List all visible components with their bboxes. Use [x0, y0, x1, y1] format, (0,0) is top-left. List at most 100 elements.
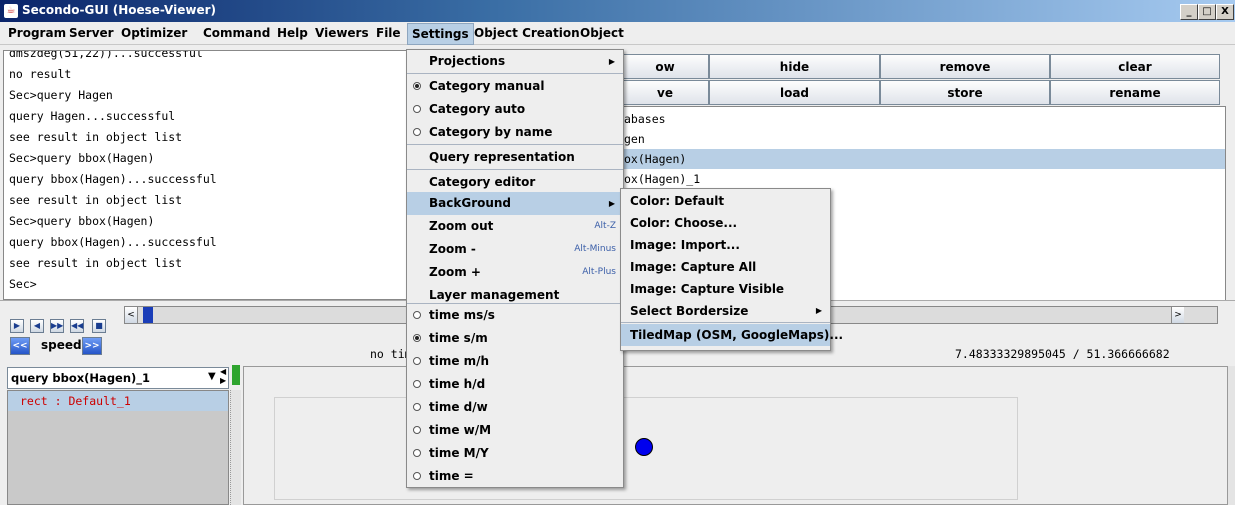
- menu-command[interactable]: Command: [199, 22, 274, 44]
- background-submenu: Color: Default Color: Choose... Image: I…: [620, 188, 843, 351]
- menu-item-background[interactable]: BackGround ▶: [407, 192, 623, 215]
- menu-item-zoom-minus[interactable]: Zoom - Alt-Minus: [407, 238, 623, 261]
- step-back-icon[interactable]: ◀: [30, 319, 44, 333]
- minimize-button[interactable]: _: [1180, 4, 1198, 20]
- rewind-icon[interactable]: ◀◀: [70, 319, 84, 333]
- menu-item-time-equal[interactable]: time =: [407, 465, 623, 488]
- menu-item-category-by-name[interactable]: Category by name: [407, 121, 623, 144]
- slower-icon[interactable]: <<: [10, 337, 30, 355]
- query-selector[interactable]: query bbox(Hagen)_1 ▼: [7, 367, 229, 389]
- map-view[interactable]: [243, 366, 1228, 505]
- command-console[interactable]: dmszdeg(51,22))...successful no result S…: [3, 50, 408, 300]
- menu-item-select-bordersize[interactable]: Select Bordersize ▶: [621, 300, 830, 322]
- list-item[interactable]: abases: [622, 109, 1225, 129]
- category-list[interactable]: rect : Default_1: [7, 390, 229, 505]
- menu-settings[interactable]: Settings: [407, 23, 474, 45]
- rename-button[interactable]: rename: [1050, 80, 1220, 105]
- submenu-arrow-icon: ▶: [815, 306, 822, 315]
- menu-item-time-m-h[interactable]: time m/h: [407, 350, 623, 373]
- menu-help[interactable]: Help: [273, 22, 312, 44]
- map-scrollbar[interactable]: [1228, 366, 1235, 505]
- menu-object[interactable]: Object: [576, 22, 628, 44]
- console-line: see result in object list: [9, 193, 183, 207]
- menu-item-category-manual[interactable]: Category manual: [407, 75, 623, 98]
- slider-thumb[interactable]: [143, 307, 153, 323]
- divider[interactable]: [230, 390, 241, 505]
- menu-optimizer[interactable]: Optimizer: [117, 22, 191, 44]
- menu-item-image-capture-all[interactable]: Image: Capture All: [621, 256, 830, 278]
- window-title-bar[interactable]: ☕ Secondo-GUI (Hoese-Viewer) _ □ X: [0, 0, 1235, 22]
- console-line: dmszdeg(51,22))...successful: [9, 50, 203, 60]
- stop-icon[interactable]: ■: [92, 319, 106, 333]
- console-line: Sec>query bbox(Hagen): [9, 214, 155, 228]
- menu-item-time-d-w[interactable]: time d/w: [407, 396, 623, 419]
- menu-item-image-import[interactable]: Image: Import...: [621, 234, 830, 256]
- load-button[interactable]: load: [709, 80, 880, 105]
- menu-item-image-capture-visible[interactable]: Image: Capture Visible: [621, 278, 830, 300]
- window-title: Secondo-GUI (Hoese-Viewer): [22, 3, 216, 17]
- menu-item-category-editor[interactable]: Category editor: [407, 171, 623, 194]
- list-item[interactable]: ox(Hagen)_1: [622, 169, 1225, 189]
- menu-item-time-h-d[interactable]: time h/d: [407, 373, 623, 396]
- slider-right-arrow-icon[interactable]: >: [1171, 307, 1184, 323]
- menu-bar: Program Server Optimizer Command Help Vi…: [0, 22, 1235, 45]
- radio-icon: [413, 403, 421, 411]
- menu-item-time-m-y[interactable]: time M/Y: [407, 442, 623, 465]
- query-selector-value: query bbox(Hagen)_1: [11, 371, 151, 385]
- menu-item-zoom-out[interactable]: Zoom out Alt-Z: [407, 215, 623, 238]
- console-line: Sec>query bbox(Hagen): [9, 151, 155, 165]
- list-item[interactable]: gen: [622, 129, 1225, 149]
- hide-button[interactable]: hide: [709, 54, 880, 79]
- list-item-selected[interactable]: rect : Default_1: [8, 391, 228, 411]
- console-line: Sec>query Hagen: [9, 88, 113, 102]
- menu-item-category-auto[interactable]: Category auto: [407, 98, 623, 121]
- coordinate-readout: 7.48333329895045 / 51.366666682: [955, 347, 1170, 361]
- menu-item-time-w-m[interactable]: time w/M: [407, 419, 623, 442]
- submenu-arrow-icon: ▶: [608, 57, 615, 66]
- map-point[interactable]: [635, 438, 653, 456]
- menu-item-time-s-m[interactable]: time s/m: [407, 327, 623, 350]
- radio-checked-icon: [413, 82, 421, 90]
- show-button[interactable]: ow: [621, 54, 709, 79]
- menu-item-color-choose[interactable]: Color: Choose...: [621, 212, 830, 234]
- menu-item-tiledmap[interactable]: TiledMap (OSM, GoogleMaps)...: [621, 324, 843, 346]
- chevron-down-icon[interactable]: ▼: [208, 371, 216, 382]
- close-button[interactable]: X: [1216, 4, 1234, 20]
- menu-item-color-default[interactable]: Color: Default: [621, 190, 830, 212]
- menu-item-time-ms-s[interactable]: time ms/s: [407, 304, 623, 327]
- menu-program[interactable]: Program: [4, 22, 70, 44]
- menu-item-zoom-plus[interactable]: Zoom + Alt-Plus: [407, 261, 623, 284]
- remove-button[interactable]: remove: [880, 54, 1050, 79]
- radio-icon: [413, 449, 421, 457]
- console-line: see result in object list: [9, 256, 183, 270]
- slider-left-arrow-icon[interactable]: <: [125, 307, 138, 323]
- play-icon[interactable]: ▶: [10, 319, 24, 333]
- menu-item-projections[interactable]: Projections ▶: [407, 50, 623, 73]
- submenu-arrow-icon: ▶: [608, 199, 615, 208]
- menu-server[interactable]: Server: [65, 22, 118, 44]
- console-prompt: Sec>: [9, 277, 37, 291]
- save-button[interactable]: ve: [621, 80, 709, 105]
- layer-indicator-icon: [232, 365, 240, 385]
- speed-label: speed: [41, 338, 82, 352]
- menu-object-creation[interactable]: Object Creation: [470, 22, 584, 44]
- radio-icon: [413, 380, 421, 388]
- console-line: query Hagen...successful: [9, 109, 176, 123]
- menu-file[interactable]: File: [372, 22, 405, 44]
- radio-icon: [413, 105, 421, 113]
- menu-item-query-representation[interactable]: Query representation: [407, 146, 623, 169]
- radio-icon: [413, 357, 421, 365]
- radio-icon: [413, 426, 421, 434]
- faster-icon[interactable]: >>: [82, 337, 102, 355]
- radio-icon: [413, 311, 421, 319]
- maximize-button[interactable]: □: [1198, 4, 1216, 20]
- store-button[interactable]: store: [880, 80, 1050, 105]
- console-line: query bbox(Hagen)...successful: [9, 235, 217, 249]
- clear-button[interactable]: clear: [1050, 54, 1220, 79]
- fast-forward-icon[interactable]: ▶▶: [50, 319, 64, 333]
- console-line: query bbox(Hagen)...successful: [9, 172, 217, 186]
- console-line: no result: [9, 67, 72, 81]
- split-arrows-icon[interactable]: ◀ ▶: [220, 367, 230, 389]
- menu-viewers[interactable]: Viewers: [311, 22, 373, 44]
- list-item-selected[interactable]: ox(Hagen): [622, 149, 1225, 169]
